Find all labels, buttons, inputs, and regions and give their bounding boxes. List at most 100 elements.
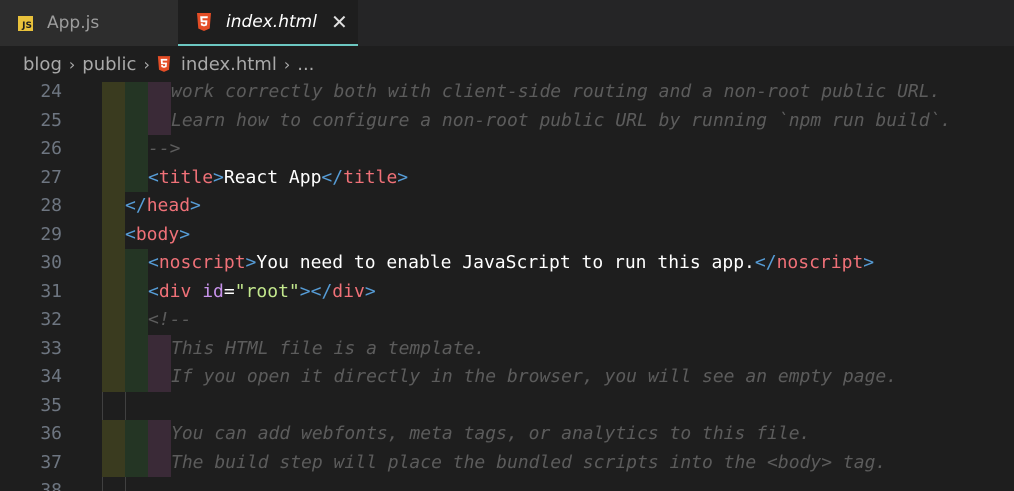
code-line[interactable]: 28 </head> xyxy=(0,192,1014,221)
attribute-value: "root" xyxy=(234,280,300,302)
tag-name: div xyxy=(332,280,365,302)
indent-guide xyxy=(125,448,148,477)
indent-guide xyxy=(102,334,125,363)
line-number: 33 xyxy=(40,337,62,359)
code-line[interactable]: 36 You can add webfonts, meta tags, or an… xyxy=(0,420,1014,449)
indent-guide xyxy=(125,334,148,363)
tag-bracket: < xyxy=(125,223,136,245)
tag-bracket: > xyxy=(190,195,201,216)
tag-bracket: </ xyxy=(125,195,147,216)
tag-bracket: > xyxy=(299,280,311,302)
indent-guide xyxy=(102,306,125,335)
comment-text: You can add webfonts, meta tags, or anal… xyxy=(171,423,811,444)
js-file-icon: JS xyxy=(18,15,33,31)
indent-guide xyxy=(125,82,148,107)
code-content: <!-- xyxy=(148,306,191,335)
indent-guide xyxy=(125,306,148,335)
breadcrumb-item-more[interactable]: ... xyxy=(297,54,314,75)
tag-name: div xyxy=(158,280,192,302)
comment-text: Learn how to configure a non-root public… xyxy=(171,109,952,131)
indent-guide xyxy=(148,106,171,135)
line-number: 35 xyxy=(40,394,62,416)
line-number: 37 xyxy=(40,451,62,473)
code-line[interactable]: 38 xyxy=(0,477,1014,491)
tag-bracket: < xyxy=(148,280,159,302)
comment-text: work correctly both with client-side rou… xyxy=(171,82,941,102)
tag-name: title xyxy=(343,166,398,188)
code-line[interactable]: 24 work correctly both with client-side r… xyxy=(0,82,1014,107)
indent-guide xyxy=(102,363,125,392)
tag-bracket: </ xyxy=(310,280,333,302)
line-number: 25 xyxy=(40,109,62,131)
line-number: 28 xyxy=(40,195,62,216)
code-line[interactable]: 30 <noscript>You need to enable JavaScrip… xyxy=(0,249,1014,278)
tag-bracket: > xyxy=(863,252,875,273)
code-content: work correctly both with client-side rou… xyxy=(171,82,940,107)
indent-guide xyxy=(148,82,171,107)
tag-bracket: > xyxy=(397,166,409,188)
tag-name: noscript xyxy=(158,252,246,273)
indent-guide xyxy=(102,249,125,278)
code-line[interactable]: 27 <title>React App</title> xyxy=(0,163,1014,193)
indent-guide xyxy=(102,192,125,221)
indent-guide xyxy=(125,163,148,192)
breadcrumb-item-blog[interactable]: blog xyxy=(23,54,62,75)
breadcrumb-item-index-html[interactable]: index.html xyxy=(181,54,277,75)
code-line[interactable]: 33 This HTML file is a template. xyxy=(0,334,1014,364)
code-content: <title>React App</title> xyxy=(148,164,408,193)
tab-label: App.js xyxy=(47,13,100,33)
indent-guide xyxy=(125,420,148,449)
indent-guide xyxy=(102,135,125,164)
line-number: 34 xyxy=(40,366,62,387)
comment-text: --> xyxy=(148,138,181,159)
tag-bracket: > xyxy=(245,252,257,273)
tag-bracket: > xyxy=(213,166,224,188)
indent-guide xyxy=(148,420,171,449)
indent-guide xyxy=(102,220,125,249)
tab-index-html[interactable]: index.html ✕ xyxy=(178,0,358,46)
chevron-right-icon: › xyxy=(68,54,76,74)
tag-name: noscript xyxy=(776,252,864,273)
attribute-equals: = xyxy=(223,280,235,302)
text-content: React App xyxy=(223,166,322,188)
code-line[interactable]: 35 xyxy=(0,391,1014,420)
code-content: The build step will place the bundled sc… xyxy=(171,449,886,478)
indent-guide xyxy=(148,334,171,363)
code-line[interactable]: 29 <body> xyxy=(0,220,1014,249)
tag-name: head xyxy=(146,195,191,216)
code-editor[interactable]: 24 work correctly both with client-side r… xyxy=(0,82,1014,491)
tab-app-js[interactable]: JS App.js xyxy=(0,0,178,46)
indent-guide xyxy=(148,363,171,392)
close-icon[interactable]: ✕ xyxy=(331,10,348,34)
attribute-name: id xyxy=(202,280,224,302)
line-number: 26 xyxy=(40,138,62,159)
code-content: This HTML file is a template. xyxy=(171,335,485,364)
indent-guide xyxy=(125,391,126,420)
indent-guide xyxy=(102,106,125,135)
indent-guide xyxy=(125,477,126,491)
code-line[interactable]: 32 <!-- xyxy=(0,306,1014,335)
indent-guide xyxy=(148,448,171,477)
code-content: <div id="root"></div> xyxy=(148,278,376,307)
line-number: 36 xyxy=(40,423,62,444)
line-number: 27 xyxy=(40,166,62,188)
code-line[interactable]: 26 --> xyxy=(0,135,1014,164)
code-line[interactable]: 25 Learn how to configure a non-root publ… xyxy=(0,106,1014,135)
indent-guide xyxy=(125,106,148,135)
line-number: 38 xyxy=(40,480,62,491)
code-line[interactable]: 37 The build step will place the bundled … xyxy=(0,448,1014,478)
indent-guide xyxy=(102,420,125,449)
html5-icon xyxy=(197,13,211,31)
code-content: --> xyxy=(148,135,181,164)
html5-icon xyxy=(157,56,170,72)
tag-name: title xyxy=(158,166,214,188)
code-line[interactable]: 34 If you open it directly in the browser… xyxy=(0,363,1014,392)
breadcrumb-item-public[interactable]: public xyxy=(82,54,136,75)
line-number: 30 xyxy=(40,252,62,273)
code-line[interactable]: 31 <div id="root"></div> xyxy=(0,277,1014,307)
text-content: You need to enable JavaScript to run thi… xyxy=(256,252,755,273)
comment-text: <!-- xyxy=(148,309,192,330)
chevron-right-icon: › xyxy=(283,54,291,74)
indent-guide xyxy=(102,448,125,477)
